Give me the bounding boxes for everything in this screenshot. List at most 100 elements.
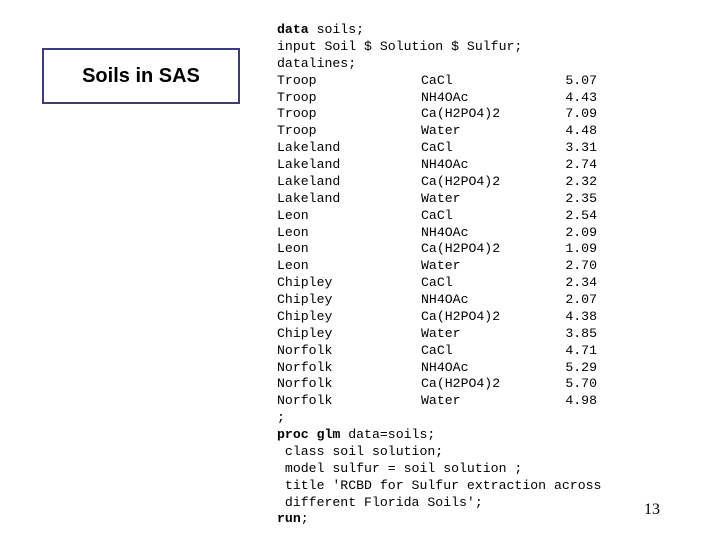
data-row: Chipley NH4OAc 2.07 — [277, 292, 601, 309]
soil-cell: Chipley — [277, 325, 333, 341]
sulfur-cell: 3.85 — [565, 325, 597, 341]
data-row: Norfolk CaCl 4.71 — [277, 343, 601, 360]
soil-cell: Lakeland — [277, 157, 341, 172]
solution-cell: NH4OAc — [421, 157, 469, 172]
sulfur-cell: 2.34 — [565, 275, 597, 291]
soil-cell: Troop — [277, 89, 317, 105]
sulfur-cell: 5.07 — [565, 72, 597, 88]
solution-cell: Ca(H2PO4)2 — [421, 308, 501, 324]
data-row: Chipley CaCl 2.34 — [277, 275, 601, 292]
sas-code-block: data soils; input Soil $ Solution $ Sulf… — [277, 22, 601, 528]
sulfur-cell: 4.48 — [565, 123, 597, 139]
sulfur-cell: 2.35 — [565, 190, 597, 206]
soil-cell: Leon — [277, 207, 309, 223]
solution-cell: NH4OAc — [421, 359, 469, 375]
sulfur-cell: 4.71 — [565, 342, 597, 358]
code-line-proc: proc glm data=soils; — [277, 427, 601, 444]
code-line-datalines: datalines; — [277, 55, 357, 71]
soil-cell: Leon — [277, 241, 309, 257]
code-text: soils; — [308, 22, 365, 37]
solution-cell: Ca(H2PO4)2 — [421, 106, 501, 122]
soil-cell: Lakeland — [277, 190, 341, 206]
sulfur-cell: 2.74 — [565, 157, 597, 172]
solution-cell: Water — [421, 325, 461, 341]
data-row: Troop CaCl 5.07 — [277, 73, 601, 90]
sulfur-cell: 5.70 — [565, 376, 597, 392]
sulfur-cell: 4.38 — [565, 308, 597, 324]
solution-cell: NH4OAc — [421, 292, 469, 307]
slide-title: Soils in SAS — [82, 64, 200, 87]
solution-cell: CaCl — [421, 275, 453, 291]
solution-cell: CaCl — [421, 207, 453, 223]
solution-cell: NH4OAc — [421, 224, 469, 240]
data-row: Lakeland NH4OAc 2.74 — [277, 157, 601, 174]
datalines-rows: Troop CaCl 5.07 Troop NH4OAc 4.43 Troop Ca(H2PO… — [277, 73, 601, 411]
sulfur-cell: 2.09 — [565, 224, 597, 240]
soil-cell: Leon — [277, 224, 309, 240]
data-row: Norfolk Water 4.98 — [277, 393, 601, 410]
soil-cell: Chipley — [277, 292, 333, 307]
soil-cell: Troop — [277, 106, 317, 122]
data-row: Troop NH4OAc 4.43 — [277, 90, 601, 107]
code-line-model: model sulfur = soil solution ; — [277, 460, 523, 476]
sulfur-cell: 2.07 — [565, 292, 597, 307]
sulfur-cell: 7.09 — [565, 106, 597, 122]
sulfur-cell: 5.29 — [565, 359, 597, 375]
data-row: Leon NH4OAc 2.09 — [277, 225, 601, 242]
solution-cell: Ca(H2PO4)2 — [421, 376, 501, 392]
soil-cell: Troop — [277, 72, 317, 88]
code-line-end-data: ; — [277, 410, 285, 426]
sulfur-cell: 4.98 — [565, 393, 597, 409]
code-text: data=soils; — [340, 427, 436, 442]
solution-cell: CaCl — [421, 342, 453, 358]
soil-cell: Lakeland — [277, 140, 341, 156]
soil-cell: Norfolk — [277, 342, 333, 358]
sulfur-cell: 4.43 — [565, 89, 597, 105]
page-number: 13 — [644, 501, 660, 518]
data-row: Leon Water 2.70 — [277, 258, 601, 275]
data-row: Leon CaCl 2.54 — [277, 208, 601, 225]
soil-cell: Chipley — [277, 275, 333, 291]
data-row: Chipley Ca(H2PO4)2 4.38 — [277, 309, 601, 326]
data-row: Lakeland Water 2.35 — [277, 191, 601, 208]
keyword-proc-glm: proc glm — [277, 427, 341, 442]
solution-cell: Ca(H2PO4)2 — [421, 241, 501, 257]
solution-cell: Water — [421, 393, 461, 409]
data-row: Lakeland CaCl 3.31 — [277, 140, 601, 157]
data-row: Lakeland Ca(H2PO4)2 2.32 — [277, 174, 601, 191]
data-row: Troop Water 4.48 — [277, 123, 601, 140]
solution-cell: Ca(H2PO4)2 — [421, 173, 501, 189]
soil-cell: Leon — [277, 258, 309, 274]
keyword-run: run — [277, 511, 301, 527]
soil-cell: Norfolk — [277, 376, 333, 392]
code-text: ; — [300, 511, 309, 527]
solution-cell: Water — [421, 258, 461, 274]
code-line-title-1: title 'RCBD for Sulfur extraction across — [277, 477, 602, 493]
soil-cell: Lakeland — [277, 173, 341, 189]
sulfur-cell: 2.70 — [565, 258, 597, 274]
sulfur-cell: 2.32 — [565, 173, 597, 189]
solution-cell: CaCl — [421, 72, 453, 88]
code-line-input: input Soil $ Solution $ Sulfur; — [277, 38, 523, 54]
slide-title-box: Soils in SAS — [42, 48, 240, 104]
code-line-run: run; — [277, 511, 601, 528]
solution-cell: NH4OAc — [421, 89, 469, 105]
soil-cell: Chipley — [277, 308, 333, 324]
soil-cell: Norfolk — [277, 359, 333, 375]
sulfur-cell: 2.54 — [565, 207, 597, 223]
sulfur-cell: 3.31 — [565, 140, 597, 156]
soil-cell: Norfolk — [277, 393, 333, 409]
code-line-data: data soils; — [277, 22, 601, 39]
data-row: Norfolk Ca(H2PO4)2 5.70 — [277, 376, 601, 393]
soil-cell: Troop — [277, 123, 317, 139]
solution-cell: CaCl — [421, 140, 453, 156]
solution-cell: Water — [421, 190, 461, 206]
data-row: Troop Ca(H2PO4)2 7.09 — [277, 106, 601, 123]
data-row: Chipley Water 3.85 — [277, 326, 601, 343]
code-line-title-2: different Florida Soils'; — [277, 494, 483, 510]
code-line-class: class soil solution; — [277, 443, 444, 459]
sulfur-cell: 1.09 — [565, 241, 597, 257]
data-row: Leon Ca(H2PO4)2 1.09 — [277, 241, 601, 258]
data-row: Norfolk NH4OAc 5.29 — [277, 360, 601, 377]
keyword-data: data — [277, 22, 309, 37]
